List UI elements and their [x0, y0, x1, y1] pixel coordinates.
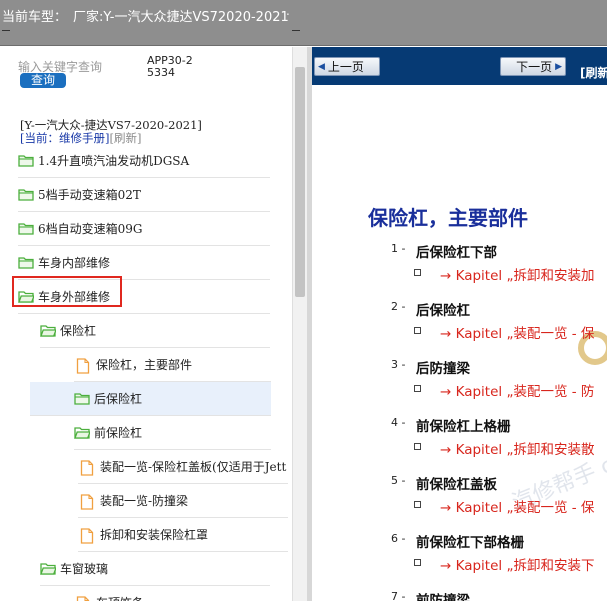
item-number: 3 -	[391, 358, 406, 371]
document-icon	[80, 528, 96, 544]
tree-node[interactable]: 车顶饰条	[74, 586, 271, 601]
tree-node-label: 装配一览-防撞梁	[100, 494, 189, 508]
document-viewer: ◀ 上一页 下一页 ▶ [刷新 汽修帮手 car388.com CY20 保险杠…	[312, 47, 607, 601]
document-icon	[80, 460, 96, 476]
item-name: 前保险杠盖板	[416, 477, 497, 493]
folder-icon	[18, 154, 34, 167]
refresh-link[interactable]: [刷新]	[109, 131, 141, 145]
tree-node[interactable]: 装配一览-保险杠盖板(仅适用于Jett	[78, 450, 288, 484]
top-bar: 当前车型： 厂家:Y-一汽大众捷达VS72020-2021 .	[0, 0, 607, 46]
header-dot: .	[286, 4, 290, 18]
folder-icon	[18, 256, 34, 269]
bullet-icon	[414, 269, 421, 276]
item-name: 前防撞梁	[416, 593, 470, 601]
tree-node-label: 后保险杠	[94, 392, 143, 406]
viewer-toolbar: ◀ 上一页 下一页 ▶ [刷新	[312, 47, 607, 85]
folder-open-icon	[40, 562, 57, 575]
folder-icon	[18, 188, 34, 201]
app-code: APP30-25334	[147, 54, 193, 79]
tree-node[interactable]: 装配一览-防撞梁	[78, 484, 288, 518]
item-number: 5 -	[391, 474, 406, 487]
document-icon	[76, 596, 92, 601]
document-icon	[76, 358, 92, 374]
search-button[interactable]: 查询	[20, 73, 66, 88]
tree-node[interactable]: 1.4升直喷汽油发动机DGSA	[18, 144, 270, 178]
item-name: 后防撞梁	[416, 361, 470, 377]
tree-node[interactable]: 保险杠，主要部件	[74, 348, 271, 382]
item-name: 后保险杠下部	[416, 245, 497, 261]
next-page-button[interactable]: 下一页 ▶	[500, 57, 566, 76]
tree-node-label: 前保险杠	[94, 426, 143, 440]
tree-node-label: 车身内部维修	[38, 256, 111, 270]
bullet-icon	[414, 559, 421, 566]
tree-node-label: 车窗玻璃	[60, 562, 109, 576]
tree-node[interactable]: 车身内部维修	[18, 246, 270, 280]
current-vehicle: 当前车型： 厂家:Y-一汽大众捷达VS72020-2021	[2, 10, 289, 25]
folder-icon	[18, 222, 34, 235]
document-icon	[80, 494, 96, 510]
item-name: 后保险杠	[416, 303, 470, 319]
viewer-refresh-link[interactable]: [刷新	[580, 64, 607, 81]
left-pane: 查询 APP30-25334 [Y-一汽大众-捷达VS7-2020-2021] …	[0, 47, 292, 601]
tree-node-label: 装配一览-保险杠盖板(仅适用于Jett	[100, 460, 287, 474]
divider-mark	[292, 30, 300, 31]
tree-node[interactable]: 5档手动变速箱02T	[18, 178, 270, 212]
prev-page-button[interactable]: ◀ 上一页	[314, 57, 380, 76]
bullet-icon	[414, 501, 421, 508]
item-number: 6 -	[391, 532, 406, 545]
chapter-link[interactable]: → Kapitel „拆卸和安装加	[440, 264, 594, 284]
tree-node[interactable]: 后保险杠	[30, 382, 271, 416]
divider-mark	[2, 30, 10, 31]
folder-icon	[74, 392, 90, 405]
tree-node-label: 6档自动变速箱09G	[38, 222, 143, 236]
folder-open-icon	[40, 324, 57, 337]
folder-open-icon	[74, 426, 91, 439]
item-number: 1 -	[391, 242, 406, 255]
item-number: 2 -	[391, 300, 406, 313]
tree-node-label: 保险杠	[60, 324, 97, 338]
tree-node-label: 5档手动变速箱02T	[38, 188, 141, 202]
bullet-icon	[414, 443, 421, 450]
left-scrollbar[interactable]	[292, 47, 307, 601]
current-manual[interactable]: [当前：维修手册]	[20, 131, 109, 145]
tree-node[interactable]: 拆卸和安装保险杠罩	[78, 518, 288, 552]
tree-node[interactable]: 前保险杠	[74, 416, 271, 450]
arrow-right-icon: ▶	[555, 61, 562, 72]
arrow-left-icon: ◀	[318, 61, 325, 72]
tree-node-label: 保险杠，主要部件	[96, 358, 193, 372]
bullet-icon	[414, 385, 421, 392]
highlight-box	[12, 276, 122, 307]
tree-node-label: 拆卸和安装保险杠罩	[100, 528, 209, 542]
tree-node[interactable]: 保险杠	[40, 314, 270, 348]
item-name: 前保险杠下部格栅	[416, 535, 524, 551]
scroll-thumb[interactable]	[295, 67, 305, 297]
bullet-icon	[414, 327, 421, 334]
tree-node-label: 1.4升直喷汽油发动机DGSA	[38, 154, 190, 168]
prev-page-label: 上一页	[327, 60, 364, 74]
document-title: 保险杠，主要部件	[368, 206, 528, 230]
item-number: 4 -	[391, 416, 406, 429]
next-page-label: 下一页	[516, 60, 553, 74]
chapter-link[interactable]: → Kapitel „装配一览 - 保	[440, 496, 594, 516]
chapter-link[interactable]: → Kapitel „装配一览 - 保	[440, 322, 594, 342]
chapter-link[interactable]: → Kapitel „拆卸和安装下	[440, 554, 594, 574]
item-name: 前保险杠上格栅	[416, 419, 511, 435]
tree-node[interactable]: 车窗玻璃	[40, 552, 270, 586]
item-number: 7 -	[391, 590, 406, 601]
chapter-link[interactable]: → Kapitel „拆卸和安装散	[440, 438, 594, 458]
chapter-link[interactable]: → Kapitel „装配一览 - 防	[440, 380, 594, 400]
tree-node-label: 车顶饰条	[96, 594, 144, 601]
tree-node[interactable]: 6档自动变速箱09G	[18, 212, 270, 246]
